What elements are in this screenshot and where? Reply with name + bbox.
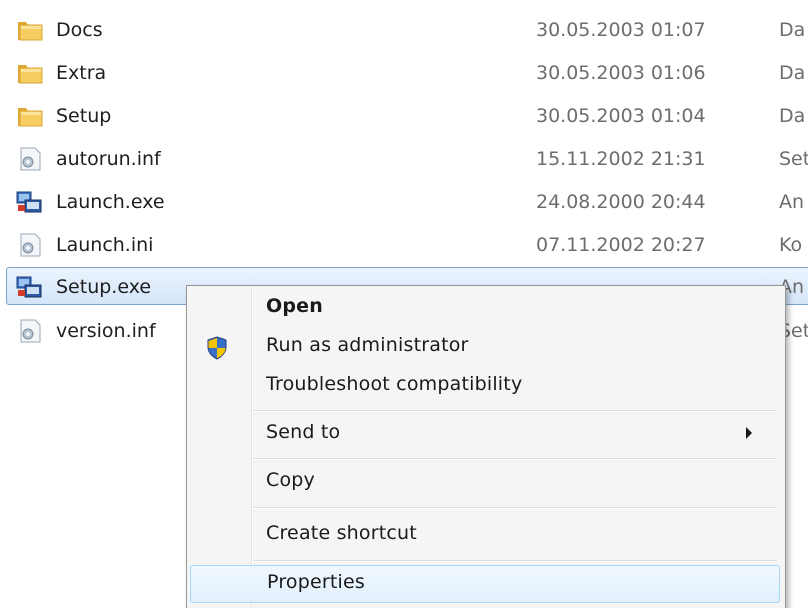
submenu-arrow-icon bbox=[746, 427, 752, 439]
file-date: 30.05.2003 01:04 bbox=[536, 105, 706, 127]
menu-separator bbox=[253, 458, 777, 460]
menu-item-label: Send to bbox=[266, 421, 341, 443]
context-menu: Open Run as administrator Troubleshoot c… bbox=[186, 285, 786, 608]
file-name: Launch.ini bbox=[56, 234, 154, 256]
menu-item-label: Open bbox=[266, 295, 323, 317]
file-date: 07.11.2002 20:27 bbox=[536, 234, 706, 256]
menu-item-label: Properties bbox=[267, 571, 366, 593]
menu-separator bbox=[253, 560, 777, 562]
file-type: Da bbox=[779, 62, 806, 84]
file-date: 15.11.2002 21:31 bbox=[536, 148, 706, 170]
file-row[interactable]: autorun.inf 15.11.2002 21:31 Set bbox=[0, 139, 808, 179]
file-name: Launch.exe bbox=[56, 191, 165, 213]
menu-item-create-shortcut[interactable]: Create shortcut bbox=[190, 516, 780, 554]
file-type: Set bbox=[779, 148, 808, 170]
menu-item-properties[interactable]: Properties bbox=[190, 565, 780, 603]
file-row[interactable]: Docs 30.05.2003 01:07 Da bbox=[0, 10, 808, 50]
file-row[interactable]: Launch.exe 24.08.2000 20:44 An bbox=[0, 182, 808, 222]
file-name: Docs bbox=[56, 19, 103, 41]
menu-separator bbox=[253, 410, 777, 412]
menu-item-troubleshoot-compatibility[interactable]: Troubleshoot compatibility bbox=[190, 367, 780, 405]
file-name: autorun.inf bbox=[56, 148, 161, 170]
file-type: Ko bbox=[779, 234, 803, 256]
menu-item-label: Troubleshoot compatibility bbox=[266, 373, 523, 395]
file-type: An bbox=[779, 191, 805, 213]
file-type: Da bbox=[779, 105, 806, 127]
menu-item-run-as-administrator[interactable]: Run as administrator bbox=[190, 328, 780, 366]
folder-icon bbox=[18, 22, 43, 41]
menu-separator bbox=[253, 507, 777, 509]
file-date: 30.05.2003 01:07 bbox=[536, 19, 706, 41]
file-date: 30.05.2003 01:06 bbox=[536, 62, 706, 84]
folder-icon bbox=[18, 65, 43, 84]
folder-icon bbox=[18, 108, 43, 127]
menu-item-open[interactable]: Open bbox=[190, 289, 780, 327]
settings-file-icon bbox=[20, 147, 41, 171]
uac-shield-icon bbox=[207, 336, 227, 360]
menu-item-label: Run as administrator bbox=[266, 334, 469, 356]
file-name: Setup bbox=[56, 105, 112, 127]
application-icon bbox=[16, 191, 42, 213]
settings-file-icon bbox=[20, 233, 41, 257]
menu-item-send-to[interactable]: Send to bbox=[190, 415, 780, 453]
file-type: Da bbox=[779, 19, 806, 41]
menu-item-copy[interactable]: Copy bbox=[190, 463, 780, 501]
menu-item-label: Create shortcut bbox=[266, 522, 417, 544]
file-name: Setup.exe bbox=[56, 276, 152, 298]
application-icon bbox=[16, 276, 42, 298]
settings-file-icon bbox=[20, 319, 41, 343]
file-row[interactable]: Setup 30.05.2003 01:04 Da bbox=[0, 96, 808, 136]
explorer-file-view: Docs 30.05.2003 01:07 Da Extra 30.05.200… bbox=[0, 0, 808, 608]
menu-item-label: Copy bbox=[266, 469, 315, 491]
file-name: Extra bbox=[56, 62, 107, 84]
file-date: 24.08.2000 20:44 bbox=[536, 191, 706, 213]
file-row[interactable]: Launch.ini 07.11.2002 20:27 Ko bbox=[0, 225, 808, 265]
file-row[interactable]: Extra 30.05.2003 01:06 Da bbox=[0, 53, 808, 93]
file-name: version.inf bbox=[56, 320, 156, 342]
